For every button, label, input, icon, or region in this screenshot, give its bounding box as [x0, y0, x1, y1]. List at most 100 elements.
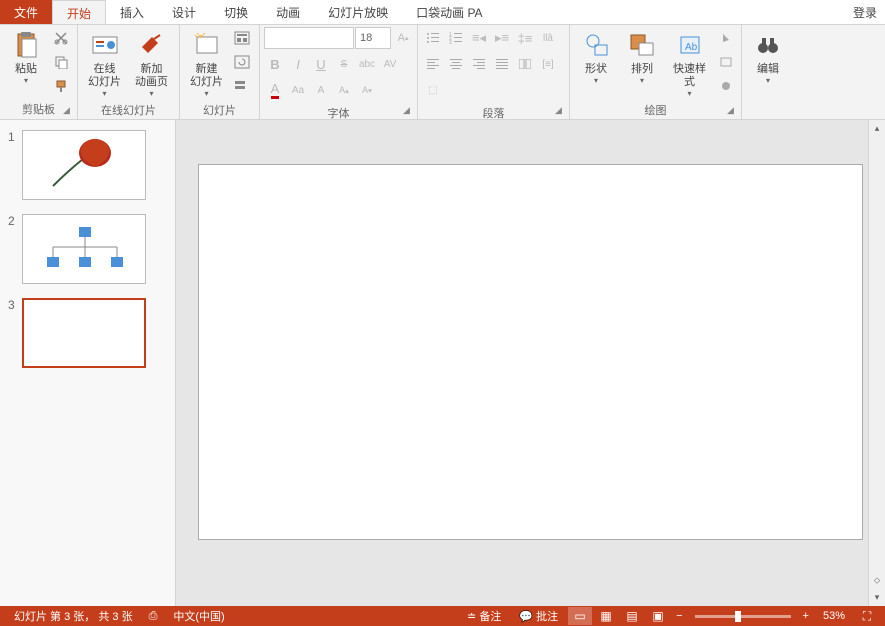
thumb-item: 3 [8, 298, 167, 368]
align-text-button[interactable]: [≡] [537, 53, 559, 75]
zoom-level[interactable]: 53% [815, 610, 853, 622]
italic-button[interactable]: I [287, 53, 309, 75]
shape-fill-button[interactable] [715, 27, 737, 49]
tab-pocket[interactable]: 口袋动画 PA [402, 0, 496, 24]
indent-inc-button[interactable]: ▸≡ [491, 27, 513, 49]
group-drawing: 形状 ▾ 排列 ▾ Ab 快速样式 ▾ 绘图 ◢ [570, 25, 742, 119]
justify-button[interactable] [491, 53, 513, 75]
ribbon: 粘贴 ▾ 剪贴板 ◢ 在线 幻灯片 ▾ 新加 动画页 ▾ [0, 25, 885, 120]
slideshow-view-button[interactable]: ▣ [646, 607, 670, 625]
font-size-input[interactable] [355, 27, 391, 49]
arrange-button[interactable]: 排列 ▾ [620, 27, 664, 87]
cut-button[interactable] [50, 27, 72, 49]
comments-button[interactable]: 💬 批注 [511, 608, 566, 624]
format-painter-button[interactable] [50, 75, 72, 97]
paragraph-launcher[interactable]: ◢ [555, 105, 567, 117]
shadow-button[interactable]: abc [356, 53, 378, 75]
copy-button[interactable] [50, 51, 72, 73]
shapes-button[interactable]: 形状 ▾ [574, 27, 618, 87]
spellcheck-icon[interactable]: ⎙ [141, 610, 166, 623]
align-right-button[interactable] [468, 53, 490, 75]
zoom-thumb[interactable] [735, 611, 741, 622]
tab-file[interactable]: 文件 [0, 0, 52, 24]
line-spacing-button[interactable]: ‡≡ [514, 27, 536, 49]
clear-format-button[interactable]: A [310, 79, 332, 101]
bullets-button[interactable] [422, 27, 444, 49]
shape-effects-button[interactable] [715, 75, 737, 97]
chevron-down-icon: ▾ [594, 76, 598, 85]
reset-button[interactable] [231, 51, 253, 73]
online-slide-button[interactable]: 在线 幻灯片 ▾ [82, 27, 127, 100]
scroll-track[interactable] [869, 137, 885, 570]
tab-slideshow[interactable]: 幻灯片放映 [314, 0, 402, 24]
font-color-button[interactable]: A [264, 79, 286, 101]
svg-text:3: 3 [449, 40, 452, 44]
shrink-button[interactable]: A▾ [356, 79, 378, 101]
bold-button[interactable]: B [264, 53, 286, 75]
slide-thumb-3[interactable] [22, 298, 146, 368]
group-editing: 编辑 ▾ [742, 25, 790, 119]
zoom-out-button[interactable]: − [672, 610, 686, 622]
spacing-button[interactable]: AV [379, 53, 401, 75]
layout-button[interactable] [231, 27, 253, 49]
slide-canvas[interactable] [198, 164, 863, 540]
login-link[interactable]: 登录 [845, 0, 885, 24]
grow-font-button[interactable]: A▴ [392, 27, 414, 49]
smartart-button[interactable]: ⬚ [422, 79, 444, 101]
normal-view-button[interactable]: ▭ [568, 607, 592, 625]
vertical-scrollbar[interactable]: ▴ ⬦ ▾ [868, 120, 885, 606]
canvas-area: ▴ ⬦ ▾ [176, 120, 885, 606]
shape-outline-button[interactable] [715, 51, 737, 73]
scroll-down-icon[interactable]: ▾ [869, 589, 885, 606]
tab-insert[interactable]: 插入 [106, 0, 158, 24]
scroll-up-icon[interactable]: ▴ [869, 120, 885, 137]
quickstyle-button[interactable]: Ab 快速样式 ▾ [666, 27, 713, 100]
fit-button[interactable]: ⛶ [855, 607, 879, 625]
font-launcher[interactable]: ◢ [403, 105, 415, 117]
change-case-button[interactable]: Aa [287, 79, 309, 101]
notes-button[interactable]: ≐ 备注 [459, 608, 509, 624]
paste-icon [10, 29, 42, 61]
svg-text:Ab: Ab [685, 42, 698, 53]
underline-button[interactable]: U [310, 53, 332, 75]
zoom-in-button[interactable]: + [799, 610, 813, 622]
tab-design[interactable]: 设计 [158, 0, 210, 24]
comments-label: 批注 [536, 611, 558, 623]
slide-thumbnails-panel: 1 2 3 [0, 120, 176, 606]
tab-animation[interactable]: 动画 [262, 0, 314, 24]
new-anim-button[interactable]: 新加 动画页 ▾ [129, 27, 174, 100]
sorter-view-button[interactable]: ▦ [594, 607, 618, 625]
numbering-button[interactable]: 123 [445, 27, 467, 49]
tab-home[interactable]: 开始 [52, 0, 106, 24]
new-slide-icon [191, 29, 223, 61]
clipboard-launcher[interactable]: ◢ [63, 105, 75, 117]
slide-counter[interactable]: 幻灯片 第 3 张， 共 3 张 [6, 608, 141, 624]
slide-thumb-2[interactable] [22, 214, 146, 284]
paste-label: 粘贴 [15, 63, 37, 76]
drawing-launcher[interactable]: ◢ [727, 105, 739, 117]
chevron-down-icon: ▾ [24, 76, 28, 85]
tab-transition[interactable]: 切换 [210, 0, 262, 24]
reading-view-button[interactable]: ▤ [620, 607, 644, 625]
align-center-button[interactable] [445, 53, 467, 75]
text-direction-button[interactable]: llâ [537, 27, 559, 49]
notes-label: 备注 [479, 611, 501, 623]
language-indicator[interactable]: 中文(中国) [165, 608, 232, 624]
find-button[interactable]: 编辑 ▾ [746, 27, 790, 87]
prev-slide-icon[interactable]: ⬦ [869, 572, 885, 589]
indent-dec-button[interactable]: ≡◂ [468, 27, 490, 49]
online-slide-icon [89, 29, 121, 61]
font-name-input[interactable] [264, 27, 354, 49]
align-left-button[interactable] [422, 53, 444, 75]
new-slide-button[interactable]: 新建 幻灯片 ▾ [184, 27, 229, 100]
paste-button[interactable]: 粘贴 ▾ [4, 27, 48, 87]
grow-button[interactable]: A▴ [333, 79, 355, 101]
thumb-number: 2 [8, 214, 22, 284]
zoom-slider[interactable] [695, 615, 791, 618]
strike-button[interactable]: S [333, 53, 355, 75]
slide-thumb-1[interactable] [22, 130, 146, 200]
online-slide-label: 在线 幻灯片 [88, 63, 121, 89]
slides-label: 幻灯片 [184, 100, 255, 120]
section-button[interactable] [231, 75, 253, 97]
columns-button[interactable] [514, 53, 536, 75]
